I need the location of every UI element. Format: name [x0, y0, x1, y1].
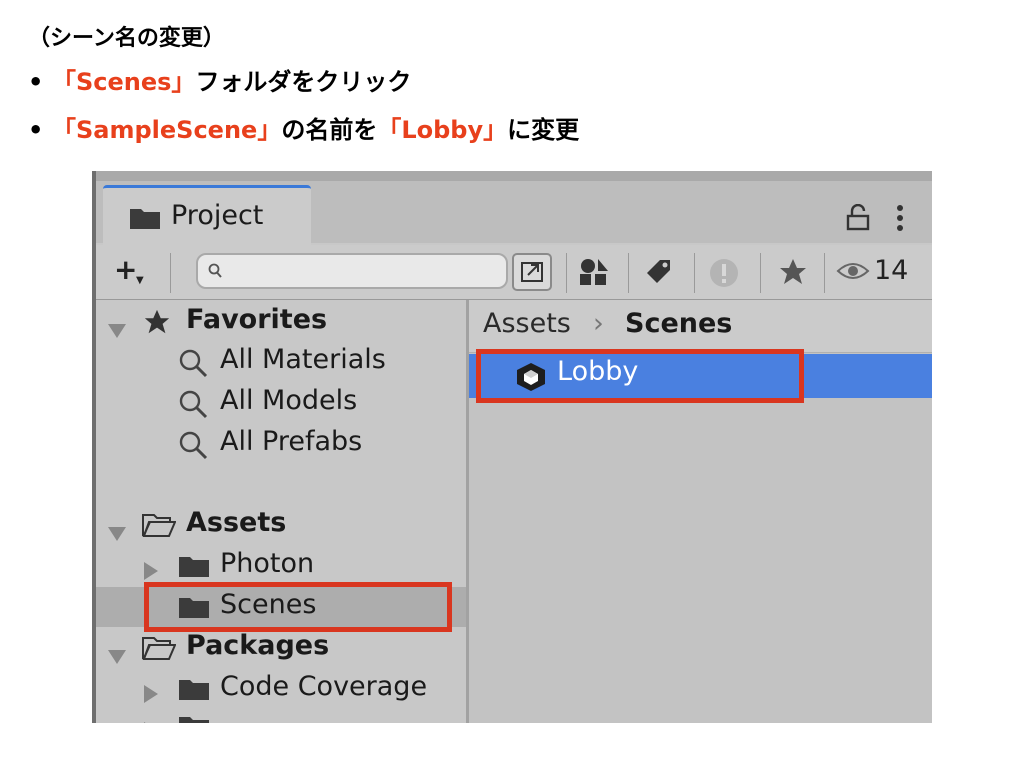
expand-arrow-icon[interactable]	[108, 640, 126, 671]
breadcrumb-current[interactable]: Scenes	[625, 308, 732, 339]
tree-item-label: All Prefabs	[220, 426, 363, 457]
lock-icon[interactable]	[846, 203, 870, 236]
open-folder-icon	[142, 636, 177, 667]
tab-title: Project	[171, 200, 264, 231]
tree-item-label: Photon	[220, 548, 315, 579]
tree-item-label: Assets	[186, 507, 287, 538]
project-toolbar: + ▼ 14	[96, 245, 932, 300]
open-folder-icon	[142, 513, 177, 544]
search-icon	[178, 389, 208, 426]
tree-item-code-coverage[interactable]: Code Coverage	[96, 669, 466, 709]
tab-project[interactable]: Project	[103, 185, 311, 245]
highlight-lobby-text: 「Lobby」	[377, 116, 508, 144]
collapsed-arrow-icon[interactable]	[144, 679, 158, 710]
dropdown-caret-icon: ▼	[136, 275, 144, 286]
tab-bar: Project	[96, 171, 932, 245]
expand-arrow-icon[interactable]	[108, 314, 126, 345]
toolbar-separator	[694, 253, 695, 293]
filter-by-label-icon[interactable]	[644, 257, 674, 291]
folder-icon	[178, 677, 210, 708]
tree-item-label: Favorites	[186, 304, 328, 335]
instruction-bullet-1: • 「Scenes」フォルダをクリック	[28, 62, 411, 97]
bullet-1-text: フォルダをクリック	[195, 68, 412, 96]
star-icon[interactable]	[778, 257, 808, 291]
search-icon	[178, 348, 208, 385]
folder-icon	[178, 714, 210, 723]
tree-item-all-models[interactable]: All Models	[96, 383, 466, 423]
highlight-samplescene-text: 「SampleScene」	[52, 116, 282, 144]
expand-arrow-icon[interactable]	[108, 517, 126, 548]
bullet-dot: •	[28, 68, 44, 96]
breadcrumb: Assets › Scenes	[469, 300, 932, 353]
tree-item-label: All Materials	[220, 344, 386, 375]
add-asset-button[interactable]: + ▼	[104, 253, 152, 291]
toolbar-separator	[760, 253, 761, 293]
highlight-box-scenes	[144, 582, 452, 632]
tree-item-label: All Models	[220, 385, 358, 416]
toolbar-separator	[566, 253, 567, 293]
hidden-packages-count: 14	[874, 255, 909, 286]
bullet-dot: •	[28, 116, 44, 144]
project-window: Project + ▼ 14 Favorites All Materials A…	[92, 171, 932, 723]
search-icon	[178, 430, 208, 467]
chevron-right-icon: ›	[593, 308, 604, 339]
tree-item-photon[interactable]: Photon	[96, 546, 466, 586]
tree-item-assets[interactable]: Assets	[96, 505, 466, 545]
filter-by-type-icon[interactable]	[578, 257, 610, 291]
folder-tree: Favorites All Materials All Models All P…	[96, 300, 469, 723]
tree-item-all-prefabs[interactable]: All Prefabs	[96, 424, 466, 464]
tree-item-cut-off[interactable]	[96, 710, 466, 723]
bullet-2-rest-text: に変更	[507, 116, 580, 144]
instruction-bullet-2: • 「SampleScene」の名前を「Lobby」に変更	[28, 110, 579, 145]
star-icon	[142, 308, 172, 343]
slide-heading: （シーン名の変更）	[28, 26, 225, 51]
collapsed-arrow-icon[interactable]	[144, 716, 158, 723]
toolbar-separator	[824, 253, 825, 293]
toolbar-separator	[170, 253, 171, 293]
tree-item-favorites[interactable]: Favorites	[96, 302, 466, 342]
highlight-scenes-text: 「Scenes」	[52, 68, 196, 96]
search-popout-button[interactable]	[512, 253, 552, 291]
eye-icon[interactable]	[836, 261, 870, 285]
kebab-menu-icon[interactable]	[896, 204, 904, 236]
search-icon	[208, 263, 222, 283]
tree-item-packages[interactable]: Packages	[96, 628, 466, 668]
folder-icon	[178, 554, 210, 585]
folder-icon	[129, 206, 161, 234]
bullet-2-middle-text: の名前を	[281, 116, 378, 144]
log-filter-icon[interactable]	[708, 257, 740, 293]
search-field[interactable]	[196, 253, 508, 289]
tab-bar-top-strip	[96, 171, 932, 181]
popout-icon	[521, 262, 543, 282]
search-input[interactable]	[232, 259, 496, 285]
toolbar-separator	[628, 253, 629, 293]
highlight-box-lobby	[476, 349, 804, 403]
tree-item-label: Code Coverage	[220, 671, 428, 702]
tree-item-label: Packages	[186, 630, 330, 661]
plus-icon: +	[114, 253, 138, 286]
breadcrumb-root[interactable]: Assets	[483, 308, 571, 339]
tree-item-all-materials[interactable]: All Materials	[96, 342, 466, 382]
